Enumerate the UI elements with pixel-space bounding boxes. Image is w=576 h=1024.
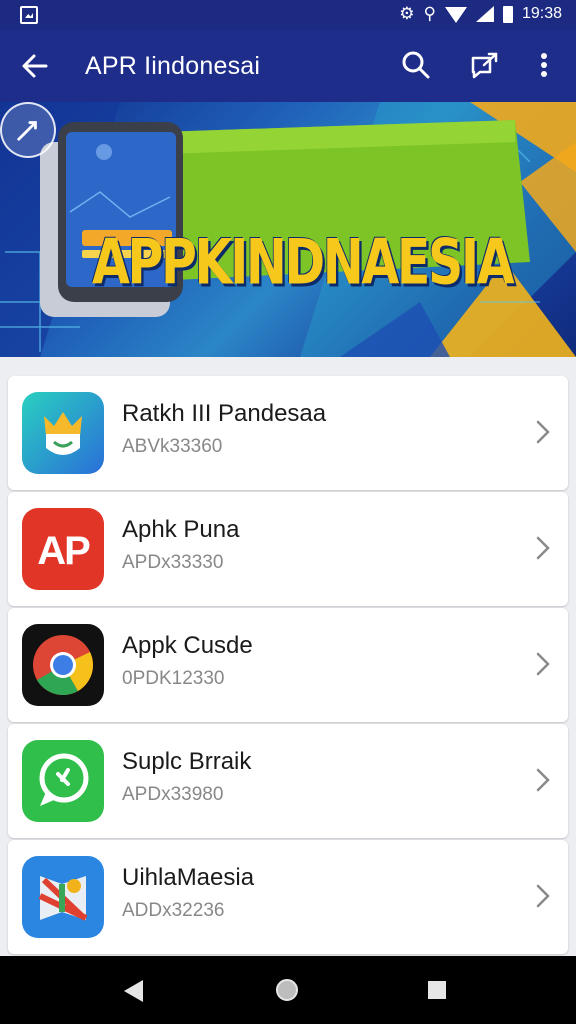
banner-headline: APPKINDNAESIA — [92, 225, 515, 299]
signal-icon — [475, 6, 494, 22]
list-item[interactable]: Suplc Brraik APDx33980 — [8, 724, 568, 838]
nav-back-icon[interactable] — [124, 980, 143, 1002]
chevron-right-icon — [536, 536, 550, 560]
gear-icon: ⚙ — [399, 4, 415, 23]
more-vert-icon[interactable] — [530, 48, 558, 82]
chevron-right-icon — [536, 652, 550, 676]
chevron-right-icon — [536, 420, 550, 444]
nav-home-icon[interactable] — [276, 979, 298, 1001]
back-arrow-icon[interactable] — [20, 51, 50, 81]
list-item[interactable]: Ratkh III Pandesaa ABVk33360 — [8, 376, 568, 490]
status-bar: ⚙ ⚲ 19:38 — [0, 0, 576, 30]
battery-icon — [502, 5, 513, 23]
chrome-app-icon — [22, 624, 104, 706]
app-subtitle: ABVk33360 — [122, 436, 223, 457]
app-subtitle: 0PDK12330 — [122, 668, 225, 689]
list-item[interactable]: Appk Cusde 0PDK12330 — [8, 608, 568, 722]
app-subtitle: ADDx32236 — [122, 900, 225, 921]
page-title: APR Iindonesai — [85, 52, 261, 80]
wifi-icon — [444, 7, 467, 23]
svg-text:AP: AP — [37, 529, 90, 573]
chevron-right-icon — [536, 884, 550, 908]
app-name: Ratkh III Pandesaa — [122, 400, 327, 427]
app-bar: APR Iindonesai — [0, 30, 576, 102]
app-name: UihlaMaesia — [122, 864, 255, 891]
banner-action-button[interactable] — [0, 102, 56, 158]
app-subtitle: APDx33980 — [122, 784, 224, 805]
status-time: 19:38 — [521, 5, 562, 22]
app-name: Suplc Brraik — [122, 748, 252, 775]
app-subtitle: APDx33330 — [122, 552, 224, 573]
search-icon[interactable] — [400, 49, 432, 81]
app-name: Aphk Puna — [122, 516, 240, 543]
share-icon[interactable] — [468, 48, 502, 82]
list-item[interactable]: AP Aphk Puna APDx33330 — [8, 492, 568, 606]
list-item[interactable]: UihlaMaesia ADDx32236 — [8, 840, 568, 954]
chevron-right-icon — [536, 768, 550, 792]
maps-app-icon — [22, 856, 104, 938]
nav-recents-icon[interactable] — [428, 981, 446, 999]
system-nav-bar — [0, 956, 576, 1024]
chat-app-icon — [22, 740, 104, 822]
promo-banner[interactable]: APPKINDNAESIA — [0, 102, 576, 357]
ap-app-icon: AP — [22, 508, 104, 590]
crown-app-icon — [22, 392, 104, 474]
usb-icon: ⚲ — [423, 4, 436, 23]
app-name: Appk Cusde — [122, 632, 253, 659]
app-list: Ratkh III Pandesaa ABVk33360 AP Aphk Pun… — [8, 376, 568, 956]
gallery-icon — [20, 6, 38, 24]
